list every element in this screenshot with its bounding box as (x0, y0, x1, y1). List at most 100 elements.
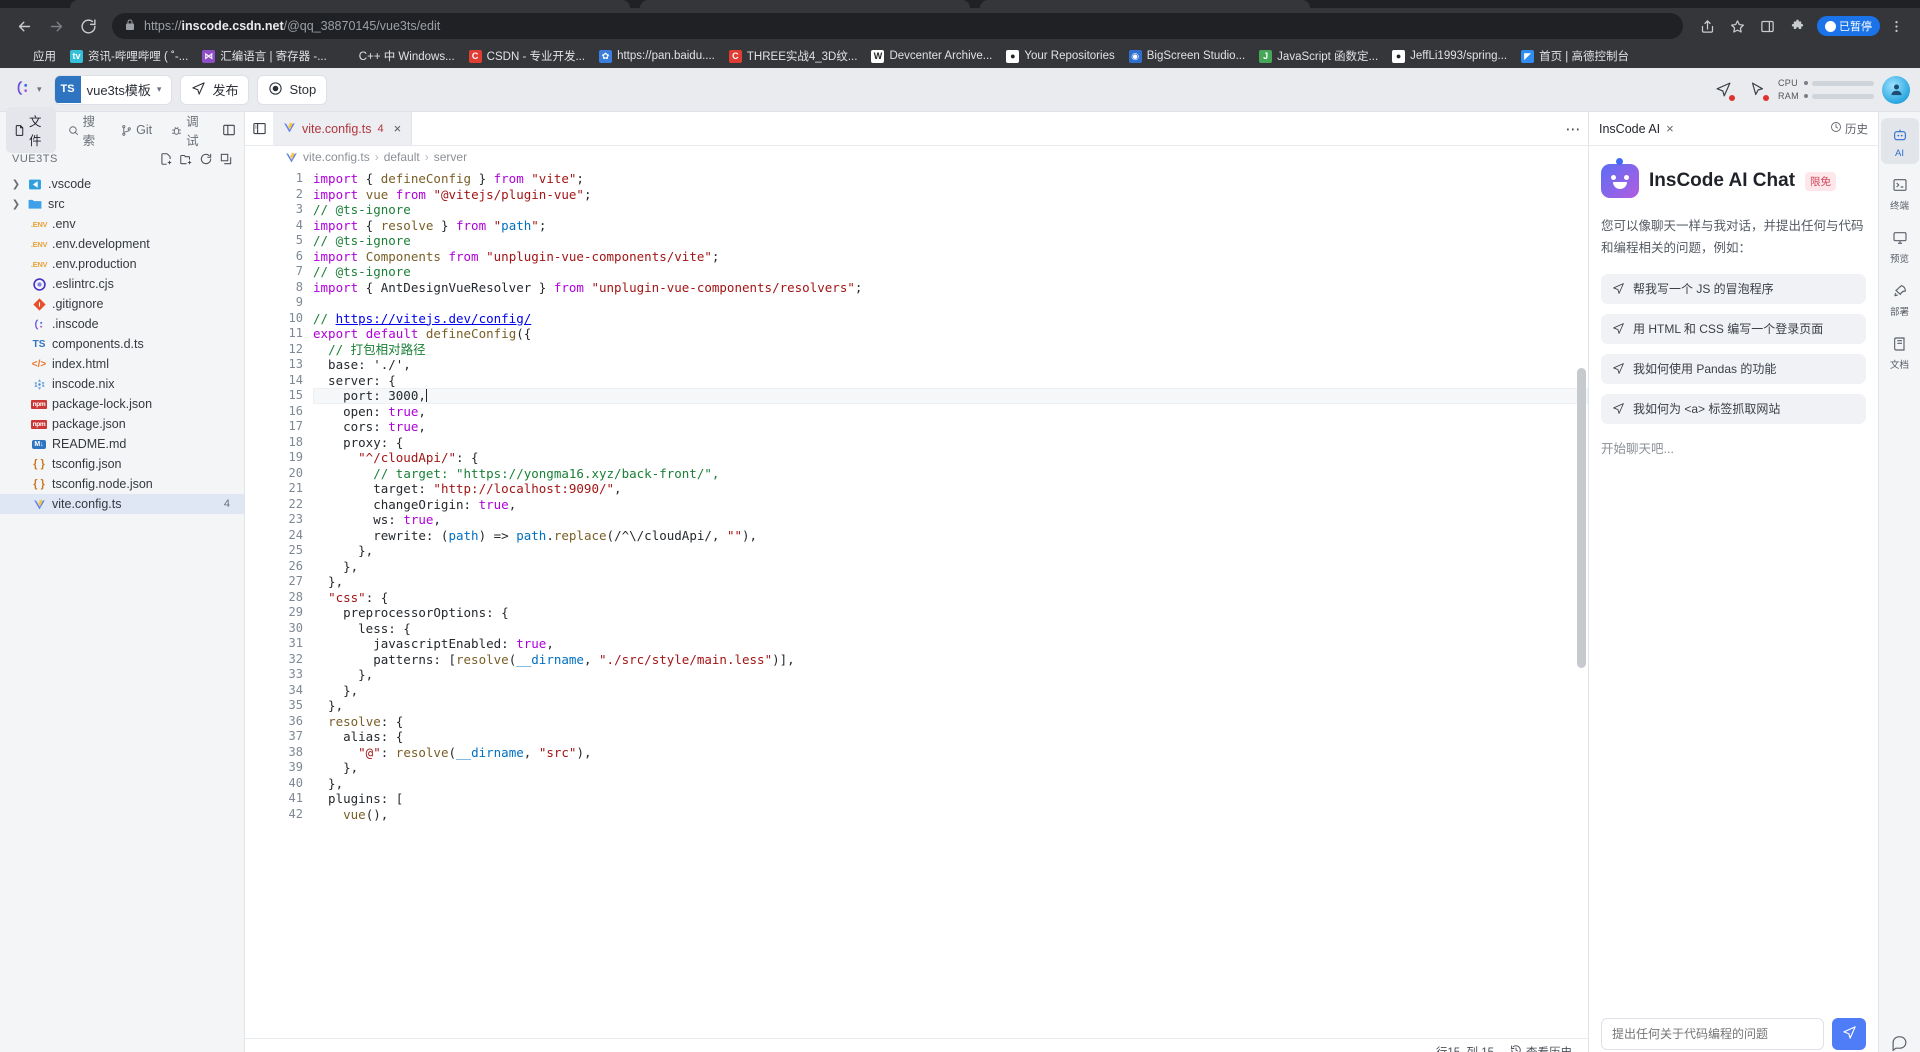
editor-tab-vite-config[interactable]: vite.config.ts 4 × (273, 112, 413, 145)
ai-suggestion[interactable]: 用 HTML 和 CSS 编写一个登录页面 (1601, 313, 1866, 344)
bookmark-item[interactable]: 应用 (8, 45, 63, 67)
bookmark-item[interactable]: ⋈ 汇编语言 | 寄存器 -... (195, 45, 334, 67)
browser-tab[interactable] (70, 0, 630, 8)
code-scrollbar[interactable] (1577, 368, 1586, 668)
bookmark-item[interactable]: W Devcenter Archive... (864, 45, 999, 67)
breadcrumb-item[interactable]: vite.config.ts (303, 150, 370, 164)
tree-file[interactable]: TS components.d.ts (0, 334, 244, 354)
refresh-icon[interactable] (196, 149, 216, 169)
new-file-icon[interactable] (156, 149, 176, 169)
tree-file[interactable]: .eslintrc.cjs (0, 274, 244, 294)
side-panel-icon[interactable] (1753, 12, 1781, 40)
user-avatar[interactable] (1882, 75, 1910, 104)
tree-file[interactable]: npm package.json (0, 414, 244, 434)
cursor-position[interactable]: 行15, 列 15 (1436, 1044, 1494, 1052)
new-folder-icon[interactable] (176, 149, 196, 169)
code-line: server: { (313, 372, 396, 388)
ai-send-button[interactable] (1832, 1018, 1866, 1050)
ai-suggestion[interactable]: 帮我写一个 JS 的冒泡程序 (1601, 273, 1866, 304)
code-content[interactable]: import { defineConfig } from "vite"; impo… (313, 168, 1588, 1038)
bookmark-item[interactable]: ◉ BigScreen Studio... (1122, 45, 1252, 67)
star-icon[interactable] (1723, 12, 1751, 40)
bookmark-item[interactable]: C++ 中 Windows... (334, 45, 462, 67)
editor-more-icon[interactable]: ⋯ (1558, 112, 1588, 145)
paused-badge-label: 已暂停 (1839, 21, 1872, 33)
tree-file[interactable]: .ENV .env (0, 214, 244, 234)
tree-file[interactable]: { } tsconfig.node.json (0, 474, 244, 494)
chevron-right-icon[interactable]: ❯ (10, 199, 22, 210)
sidebar-tab-label: 调试 (186, 115, 199, 148)
split-editor-icon[interactable] (252, 168, 266, 1038)
bookmark-label: Your Repositories (1024, 50, 1115, 62)
chevron-down-icon: ▾ (156, 84, 162, 94)
puzzle-icon[interactable] (1783, 12, 1811, 40)
ai-suggestions: 帮我写一个 JS 的冒泡程序用 HTML 和 CSS 编写一个登录页面 我如何使用… (1601, 273, 1866, 424)
tree-folder[interactable]: ❯ src (0, 194, 244, 214)
chat-bubble-icon[interactable] (1891, 1034, 1908, 1052)
bookmark-item[interactable]: J JavaScript 函数定... (1252, 45, 1385, 67)
breadcrumb-item[interactable]: server (434, 150, 467, 164)
publish-button[interactable]: 发布 (180, 74, 250, 105)
chevron-right-icon[interactable]: ❯ (10, 179, 22, 190)
ai-history-button[interactable]: 历史 (1830, 121, 1868, 137)
project-selector[interactable]: TS vue3ts模板 ▾ (53, 74, 173, 105)
ai-suggestion[interactable]: 我如何使用 Pandas 的功能 (1601, 353, 1866, 384)
send-icon (1612, 402, 1625, 415)
tree-file[interactable]: .ENV .env.production (0, 254, 244, 274)
bookmark-item[interactable]: ◤ 首页 | 高德控制台 (1514, 45, 1636, 67)
rail-item-ai[interactable]: AI (1880, 118, 1919, 164)
ai-chat-input[interactable] (1601, 1018, 1824, 1050)
tree-file[interactable]: { } tsconfig.json (0, 454, 244, 474)
terminal-icon (1892, 173, 1908, 197)
rail-item-book[interactable]: 文档 (1881, 327, 1919, 376)
sidebar-tab-git-branch[interactable]: Git (113, 119, 159, 141)
bookmark-item[interactable]: C THREE实战4_3D纹... (722, 45, 865, 67)
bookmark-label: BigScreen Studio... (1146, 50, 1246, 62)
rail-item-terminal[interactable]: 终端 (1881, 168, 1919, 217)
back-arrow-icon[interactable] (10, 12, 38, 40)
bookmark-item[interactable]: ● Your Repositories (999, 45, 1121, 67)
bookmark-item[interactable]: ✿ https://pan.baidu.... (592, 45, 722, 67)
tree-file[interactable]: vite.config.ts 4 (0, 494, 244, 514)
ram-bar (1812, 93, 1874, 99)
forward-arrow-icon[interactable] (42, 12, 70, 40)
layout-panel-icon[interactable] (221, 120, 238, 140)
toggle-sidebar-icon[interactable] (245, 112, 273, 145)
share-icon[interactable] (1693, 12, 1721, 40)
tree-file[interactable]: .ENV .env.development (0, 234, 244, 254)
stop-button[interactable]: Stop (257, 74, 328, 105)
bookmark-item[interactable]: ● JeffLi1993/spring... (1385, 45, 1514, 67)
rail-item-rocket[interactable]: 部署 (1881, 274, 1919, 323)
tree-item-label: index.html (52, 357, 109, 371)
bookmark-label: 资讯-哔哩哔哩 ( ˚-... (88, 51, 189, 63)
bookmark-item[interactable]: tv 资讯-哔哩哔哩 ( ˚-... (63, 45, 195, 67)
share-cursor-icon[interactable] (1710, 77, 1736, 103)
reload-icon[interactable] (74, 12, 102, 40)
address-bar[interactable]: https://inscode.csdn.net/@qq_38870145/vu… (112, 13, 1683, 39)
tree-folder[interactable]: ❯ .vscode (0, 174, 244, 194)
rail-item-monitor[interactable]: 预览 (1881, 221, 1919, 270)
tree-file[interactable]: .inscode (0, 314, 244, 334)
code-line: port: 3000, (313, 388, 1588, 404)
inscode-logo-menu[interactable]: ▾ (10, 80, 46, 99)
tree-file[interactable]: M↓ README.md (0, 434, 244, 454)
browser-tab[interactable] (980, 0, 1310, 8)
close-icon[interactable]: × (1666, 121, 1674, 136)
tree-file[interactable]: </> index.html (0, 354, 244, 374)
tree-file[interactable]: .gitignore (0, 294, 244, 314)
view-history-button[interactable]: 查看历史 (1510, 1044, 1572, 1052)
tree-file[interactable]: inscode.nix (0, 374, 244, 394)
bookmark-item[interactable]: C CSDN - 专业开发... (462, 45, 592, 67)
ai-suggestion[interactable]: 我如何为 <a> 标签抓取网站 (1601, 393, 1866, 424)
collapse-all-icon[interactable] (216, 149, 236, 169)
pointer-icon[interactable] (1744, 77, 1770, 103)
ts-icon: TS (32, 338, 46, 350)
breadcrumb-item[interactable]: default (384, 150, 420, 164)
code-line: open: true, (313, 403, 426, 419)
browser-tab[interactable] (640, 0, 970, 8)
kebab-menu-icon[interactable] (1882, 12, 1910, 40)
paused-badge[interactable]: 已暂停 (1817, 16, 1880, 36)
close-icon[interactable]: × (394, 121, 402, 136)
ai-icon (1892, 123, 1908, 147)
tree-file[interactable]: npm package-lock.json (0, 394, 244, 414)
